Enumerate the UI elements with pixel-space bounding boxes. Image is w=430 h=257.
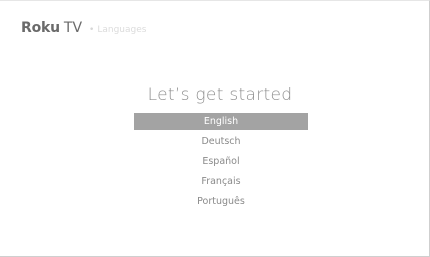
tv-label: TV (63, 20, 83, 36)
breadcrumb-current: Languages (97, 25, 147, 35)
page-title: Let’s get started (147, 85, 293, 105)
language-item-portugues[interactable]: Português (134, 193, 308, 213)
breadcrumb-separator: • (89, 25, 95, 35)
roku-logo: Roku (21, 20, 60, 36)
language-item-espanol[interactable]: Español (134, 153, 308, 173)
language-list: English Deutsch Español Français Portugu… (134, 113, 308, 213)
language-item-francais[interactable]: Français (134, 173, 308, 193)
language-item-english[interactable]: English (134, 113, 308, 130)
language-item-deutsch[interactable]: Deutsch (134, 133, 308, 153)
header: Roku TV • Languages (21, 20, 146, 36)
tv-screen: Roku TV • Languages Let’s get started En… (0, 0, 430, 257)
